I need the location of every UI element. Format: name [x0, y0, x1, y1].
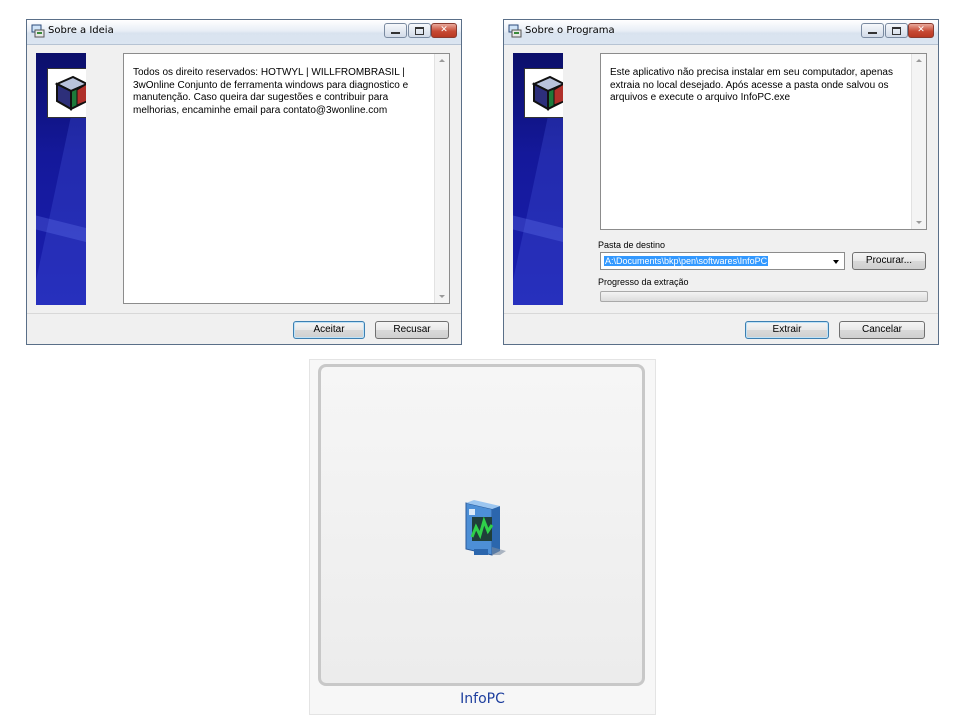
license-textbox[interactable]: Todos os direito reservados: HOTWYL | WI… [123, 53, 450, 304]
about-idea-window: Sobre a Ideia ✕ Todos os direito reserva… [26, 19, 462, 345]
extraction-progress-bar [600, 291, 928, 302]
maximize-icon [415, 26, 424, 35]
vertical-scrollbar[interactable] [911, 54, 926, 229]
vertical-scrollbar[interactable] [434, 54, 449, 303]
info-textbox[interactable]: Este aplicativo não precisa instalar em … [600, 53, 927, 230]
infopc-app-icon[interactable] [456, 497, 514, 561]
maximize-icon [892, 26, 901, 35]
scroll-down-icon[interactable] [439, 295, 445, 298]
accept-button[interactable]: Aceitar [293, 321, 365, 339]
destination-combobox[interactable]: A:\Documents\bkp\pen\softwares\InfoPC [600, 252, 845, 270]
progress-label: Progresso da extração [598, 277, 689, 287]
side-banner [513, 53, 563, 305]
chevron-down-icon[interactable] [833, 260, 839, 264]
refuse-button[interactable]: Recusar [375, 321, 449, 339]
scroll-down-icon[interactable] [916, 221, 922, 224]
app-tile-label: InfoPC [460, 691, 505, 707]
cancel-button[interactable]: Cancelar [839, 321, 925, 339]
minimize-icon [391, 31, 400, 34]
close-icon: ✕ [440, 25, 448, 35]
title-bar[interactable]: Sobre a Ideia ✕ [27, 20, 461, 45]
app-tile[interactable] [318, 364, 645, 686]
minimize-button[interactable] [384, 23, 407, 38]
footer-divider [27, 313, 461, 314]
info-text: Este aplicativo não precisa instalar em … [610, 67, 893, 103]
footer-divider [504, 313, 938, 314]
scroll-up-icon[interactable] [439, 59, 445, 62]
box-logo-icon [524, 68, 563, 118]
destination-value: A:\Documents\bkp\pen\softwares\InfoPC [604, 256, 769, 266]
side-banner [36, 53, 86, 305]
close-icon: ✕ [917, 25, 925, 35]
minimize-button[interactable] [861, 23, 884, 38]
close-button[interactable]: ✕ [908, 23, 934, 38]
installer-icon [508, 24, 522, 38]
maximize-button[interactable] [885, 23, 908, 38]
installer-icon [31, 24, 45, 38]
license-text: Todos os direito reservados: HOTWYL | WI… [133, 67, 409, 116]
scroll-up-icon[interactable] [916, 59, 922, 62]
close-button[interactable]: ✕ [431, 23, 457, 38]
title-bar[interactable]: Sobre o Programa ✕ [504, 20, 938, 45]
about-program-window: Sobre o Programa ✕ Este aplicativo não p… [503, 19, 939, 345]
extract-button[interactable]: Extrair [745, 321, 829, 339]
box-logo-icon [47, 68, 86, 118]
destination-label: Pasta de destino [598, 240, 666, 250]
maximize-button[interactable] [408, 23, 431, 38]
browse-button[interactable]: Procurar... [852, 252, 926, 270]
app-tile-panel: InfoPC [309, 359, 656, 715]
window-title: Sobre a Ideia [48, 25, 114, 36]
window-title: Sobre o Programa [525, 25, 615, 36]
minimize-icon [868, 31, 877, 34]
